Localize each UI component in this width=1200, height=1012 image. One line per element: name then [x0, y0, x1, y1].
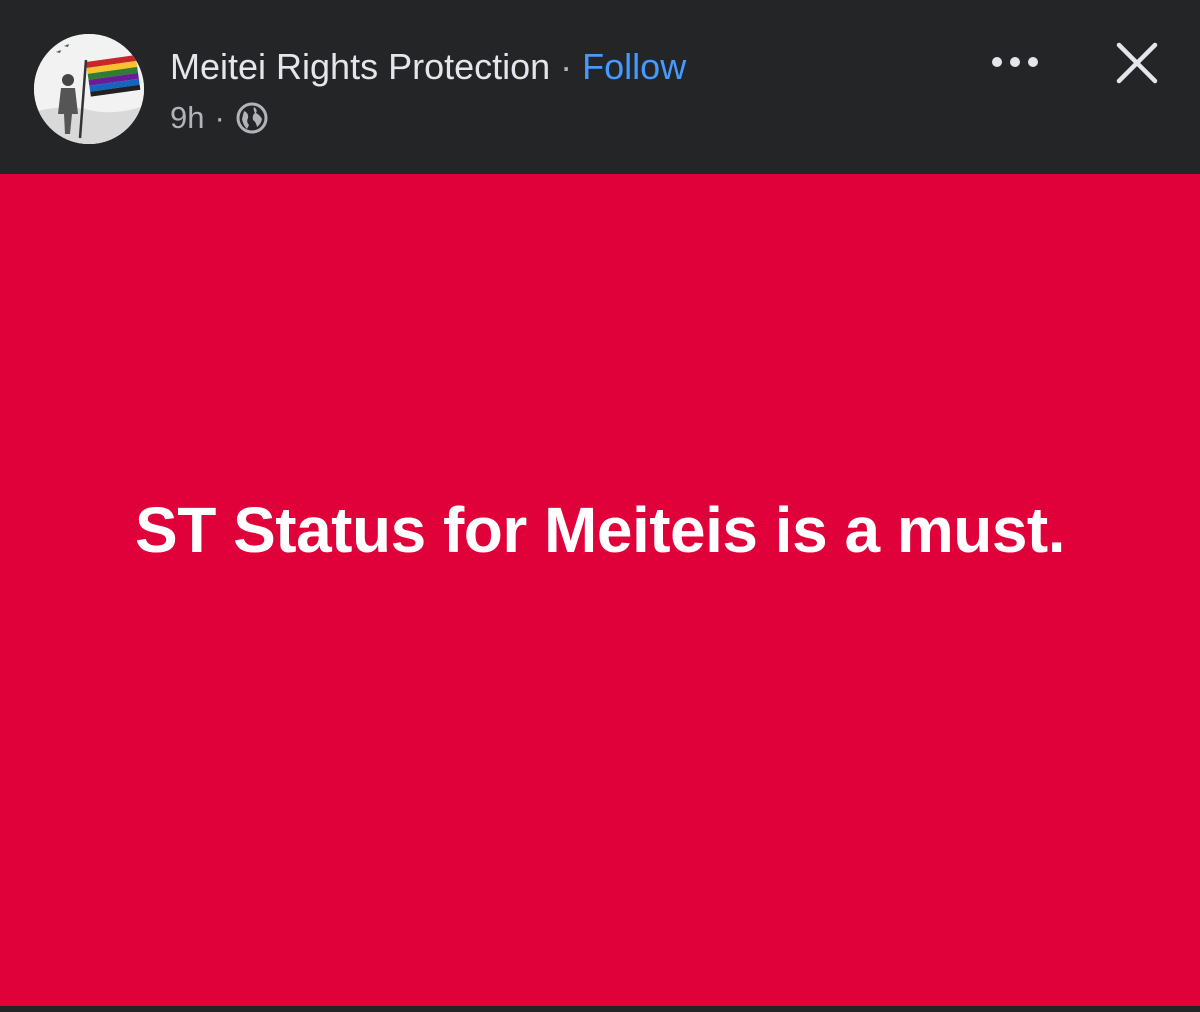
- globe-icon: [235, 101, 269, 135]
- name-line: Meitei Rights Protection · Follow: [170, 44, 686, 90]
- page-avatar[interactable]: [34, 34, 144, 144]
- post-body: ST Status for Meiteis is a must.: [0, 174, 1200, 1006]
- meta-line: 9h ·: [170, 98, 269, 138]
- close-icon[interactable]: [1112, 38, 1162, 88]
- avatar-image: [34, 34, 144, 144]
- name-separator: ·: [560, 46, 573, 87]
- more-horizontal-icon[interactable]: [988, 46, 1042, 78]
- page-name[interactable]: Meitei Rights Protection: [170, 46, 550, 88]
- post-header: Meitei Rights Protection · Follow 9h ·: [0, 0, 1200, 174]
- bottom-divider: [0, 1006, 1200, 1012]
- meta-separator: ·: [214, 100, 225, 135]
- follow-button[interactable]: Follow: [582, 46, 686, 88]
- post-text: ST Status for Meiteis is a must.: [135, 494, 1066, 566]
- timestamp[interactable]: 9h: [170, 100, 204, 136]
